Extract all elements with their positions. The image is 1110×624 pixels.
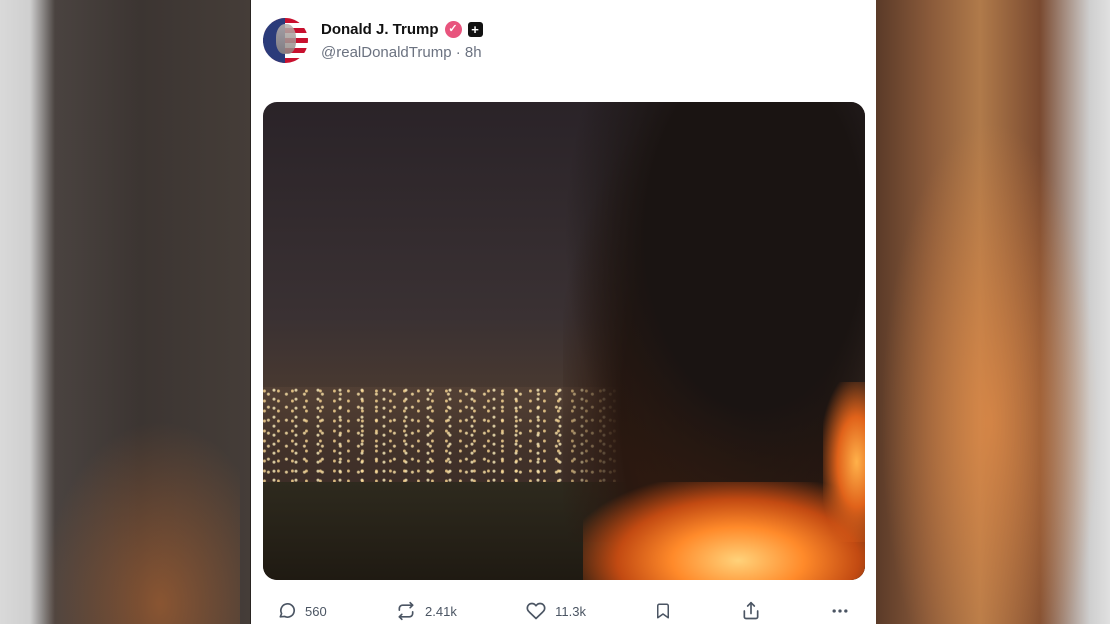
post-actions-bar: 560 2.41k 11.3k	[263, 598, 865, 624]
author-name[interactable]: Donald J. Trump	[321, 21, 439, 38]
more-dots-icon	[832, 609, 848, 613]
image-fire-edge	[823, 382, 865, 542]
author-name-row: Donald J. Trump ✓ +	[321, 18, 483, 40]
repost-count: 2.41k	[425, 603, 457, 619]
post-timestamp[interactable]: 8h	[465, 44, 482, 61]
background-glow-right	[880, 120, 1100, 624]
reply-icon	[279, 603, 295, 618]
share-icon	[743, 601, 759, 620]
repost-icon	[398, 601, 414, 621]
author-meta: @realDonaldTrump · 8h	[321, 44, 482, 61]
avatar[interactable]	[263, 18, 308, 63]
more-options-button[interactable]	[829, 601, 851, 621]
post-image[interactable]	[263, 102, 865, 580]
plus-badge-icon: +	[467, 21, 483, 37]
post-card: Donald J. Trump ✓ + @realDonaldTrump · 8…	[251, 0, 876, 624]
background-glow-left	[40, 420, 240, 624]
heart-icon	[526, 602, 546, 620]
image-smoke-plume	[563, 102, 865, 542]
repost-button[interactable]: 2.41k	[395, 601, 457, 621]
reply-count: 560	[305, 603, 327, 619]
bookmark-button[interactable]	[654, 601, 672, 621]
share-button[interactable]	[741, 601, 761, 621]
verified-check-icon: ✓	[444, 20, 462, 38]
avatar-face	[276, 24, 296, 54]
meta-separator: ·	[455, 44, 461, 61]
author-handle[interactable]: @realDonaldTrump	[321, 44, 452, 61]
bookmark-icon	[657, 603, 670, 619]
reply-button[interactable]: 560	[277, 601, 327, 621]
like-button[interactable]: 11.3k	[525, 601, 586, 621]
like-count: 11.3k	[555, 603, 587, 619]
